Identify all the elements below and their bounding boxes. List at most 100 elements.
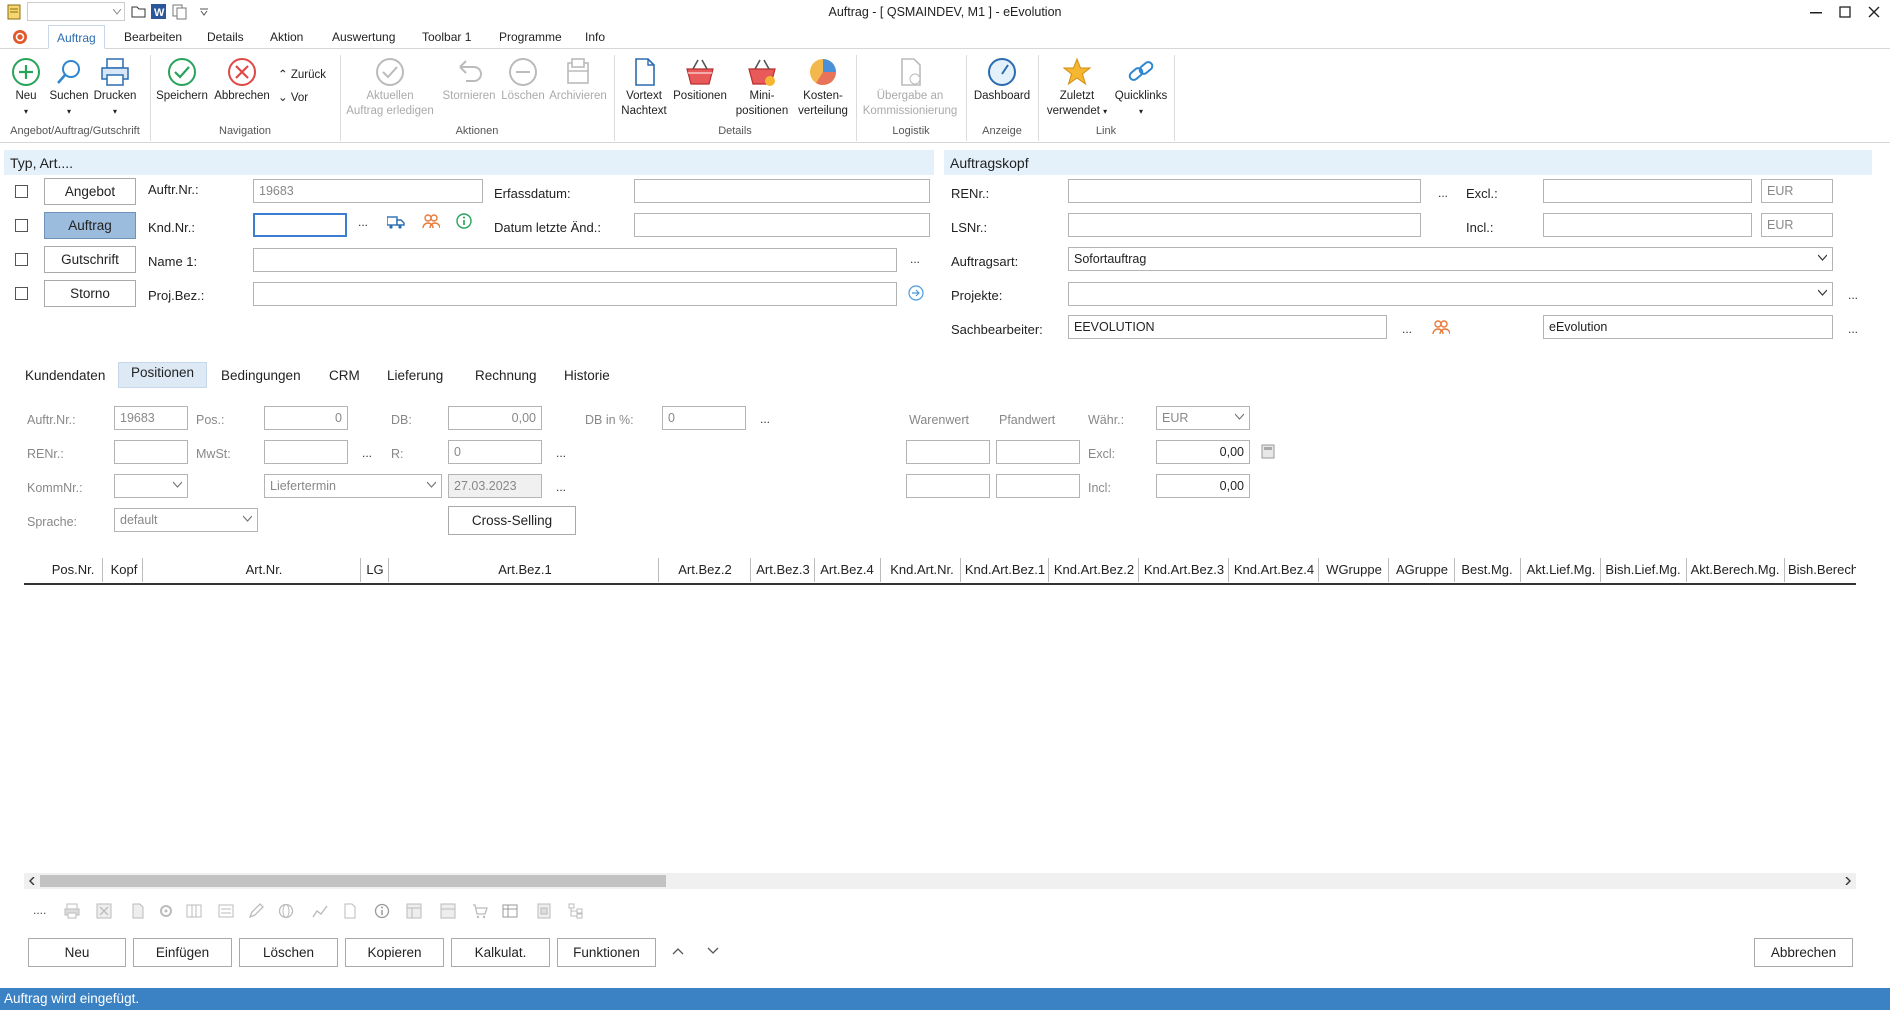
table-paste-icon[interactable]	[440, 903, 456, 919]
grid-toolbar-more-button[interactable]: ....	[33, 903, 46, 917]
type-storno-button[interactable]: Storno	[44, 280, 136, 307]
tab-toolbar1[interactable]: Toolbar 1	[422, 30, 471, 44]
col-knd-art-bez-4[interactable]: Knd.Art.Bez.4	[1230, 562, 1318, 577]
columns-icon[interactable]	[186, 903, 202, 919]
projbez-field[interactable]	[253, 282, 897, 306]
settings-gear-icon[interactable]	[158, 903, 174, 919]
grid-delete-button[interactable]: Löschen	[239, 938, 338, 967]
col-knd-art-bez-2[interactable]: Knd.Art.Bez.2	[1050, 562, 1138, 577]
scroll-right-icon[interactable]	[1844, 877, 1852, 885]
tab-aktion[interactable]: Aktion	[270, 30, 303, 44]
projekte-select[interactable]	[1068, 282, 1833, 306]
copy-icon[interactable]	[172, 4, 188, 20]
move-down-icon[interactable]	[707, 947, 719, 955]
mwst-field[interactable]	[264, 440, 348, 464]
maximize-icon[interactable]	[1839, 6, 1851, 18]
sachbearbeiter-name-field[interactable]: eEvolution	[1543, 315, 1833, 339]
pfandwert-excl-field[interactable]	[996, 440, 1080, 464]
sachbearbeiter-lookup-button[interactable]: ...	[1402, 322, 1412, 336]
checkbox-auftrag[interactable]	[15, 219, 28, 232]
pos-auftr-nr-field[interactable]: 19683	[114, 406, 188, 430]
grid-table-icon[interactable]	[502, 903, 518, 919]
col-best-mg[interactable]: Best.Mg.	[1456, 562, 1518, 577]
sachbearbeiter-name-lookup-button[interactable]: ...	[1848, 322, 1858, 336]
app-menu-icon[interactable]	[12, 29, 28, 45]
arrow-right-circle-icon[interactable]	[908, 285, 924, 301]
cancel-button[interactable]: Abbrechen	[212, 57, 272, 104]
waehr-select[interactable]: EUR	[1156, 406, 1250, 430]
mwst-lookup-button[interactable]: ...	[362, 446, 372, 460]
calculator-icon[interactable]	[1261, 444, 1275, 459]
archive-button[interactable]: Archivieren	[548, 57, 608, 104]
globe-icon[interactable]	[278, 903, 294, 919]
knd-nr-field[interactable]	[253, 213, 347, 237]
warenwert-excl-field[interactable]	[906, 440, 990, 464]
db-pct-field[interactable]: 0	[662, 406, 746, 430]
save-button[interactable]: Speichern	[156, 57, 208, 104]
grid-new-button[interactable]: Neu	[28, 938, 126, 967]
tab-auftrag[interactable]: Auftrag	[48, 25, 105, 49]
name1-lookup-button[interactable]: ...	[910, 252, 920, 266]
search-button[interactable]: Suchen ▾	[48, 57, 90, 119]
db-field[interactable]: 0,00	[448, 406, 542, 430]
erfassdatum-field[interactable]	[634, 179, 930, 203]
tab-lieferung[interactable]: Lieferung	[387, 366, 443, 388]
col-wgruppe[interactable]: WGruppe	[1320, 562, 1388, 577]
renr-lookup-button[interactable]: ...	[1438, 186, 1448, 200]
grid-functions-button[interactable]: Funktionen	[557, 938, 656, 967]
liefertermin-lookup-button[interactable]: ...	[556, 480, 566, 494]
customize-quick-access-icon[interactable]	[200, 8, 208, 16]
tab-rechnung[interactable]: Rechnung	[475, 366, 537, 388]
tree-structure-icon[interactable]	[568, 903, 584, 919]
checkbox-gutschrift[interactable]	[15, 253, 28, 266]
page-icon[interactable]	[342, 903, 358, 919]
name1-field[interactable]	[253, 248, 897, 272]
type-auftrag-button[interactable]: Auftrag	[44, 212, 136, 239]
liefertermin-date-field[interactable]: 27.03.2023	[448, 474, 542, 498]
pencil-icon[interactable]	[248, 903, 264, 919]
checkbox-storno[interactable]	[15, 287, 28, 300]
line-chart-icon[interactable]	[312, 903, 328, 919]
minimize-icon[interactable]	[1810, 12, 1822, 14]
col-akt-lief-mg[interactable]: Akt.Lief.Mg.	[1522, 562, 1600, 577]
tab-bedingungen[interactable]: Bedingungen	[221, 366, 301, 388]
table-copy-icon[interactable]	[406, 903, 422, 919]
back-button[interactable]: ⌃ Zurück	[278, 68, 334, 83]
col-akt-berech-mg[interactable]: Akt.Berech.Mg.	[1688, 562, 1782, 577]
checkbox-angebot[interactable]	[15, 185, 28, 198]
cart-icon[interactable]	[472, 903, 488, 919]
print-button[interactable]: Drucken ▾	[92, 57, 138, 119]
pos-excl-field[interactable]: 0,00	[1156, 440, 1250, 464]
grid-insert-button[interactable]: Einfügen	[133, 938, 232, 967]
knd-nr-lookup-button[interactable]: ...	[358, 215, 368, 229]
positions-button[interactable]: Positionen	[672, 57, 728, 104]
pos-field[interactable]: 0	[264, 406, 348, 430]
col-bish-berech[interactable]: Bish.Berech	[1788, 562, 1856, 577]
cost-distribution-button[interactable]: Kosten-verteilung	[794, 57, 852, 119]
contacts-icon[interactable]	[1432, 319, 1450, 335]
col-art-bez-1[interactable]: Art.Bez.1	[390, 562, 660, 577]
quick-select-dropdown[interactable]	[27, 2, 125, 21]
word-icon[interactable]: W	[151, 4, 166, 19]
close-icon[interactable]	[1868, 6, 1880, 18]
scrollbar-thumb[interactable]	[40, 875, 666, 887]
horizontal-scrollbar[interactable]	[24, 873, 1856, 889]
pos-renr-field[interactable]	[114, 440, 188, 464]
col-pos-nr[interactable]: Pos.Nr.	[48, 562, 98, 577]
renr-field[interactable]	[1068, 179, 1421, 203]
col-agruppe[interactable]: AGruppe	[1390, 562, 1454, 577]
list-settings-icon[interactable]	[218, 903, 234, 919]
folder-icon[interactable]	[131, 5, 146, 18]
excl-field[interactable]	[1543, 179, 1752, 203]
r-lookup-button[interactable]: ...	[556, 446, 566, 460]
col-knd-art-bez-1[interactable]: Knd.Art.Bez.1	[962, 562, 1048, 577]
grid-calculate-button[interactable]: Kalkulat.	[451, 938, 550, 967]
auftragsart-select[interactable]: Sofortauftrag	[1068, 247, 1833, 271]
col-knd-art-bez-3[interactable]: Knd.Art.Bez.3	[1140, 562, 1228, 577]
excel-export-icon[interactable]	[96, 903, 112, 919]
tab-positionen[interactable]: Positionen	[118, 362, 208, 388]
mini-positions-button[interactable]: Mini-positionen	[732, 57, 792, 119]
storno-button[interactable]: Stornieren	[440, 57, 498, 104]
grid-copy-button[interactable]: Kopieren	[345, 938, 444, 967]
pfandwert-incl-field[interactable]	[996, 474, 1080, 498]
